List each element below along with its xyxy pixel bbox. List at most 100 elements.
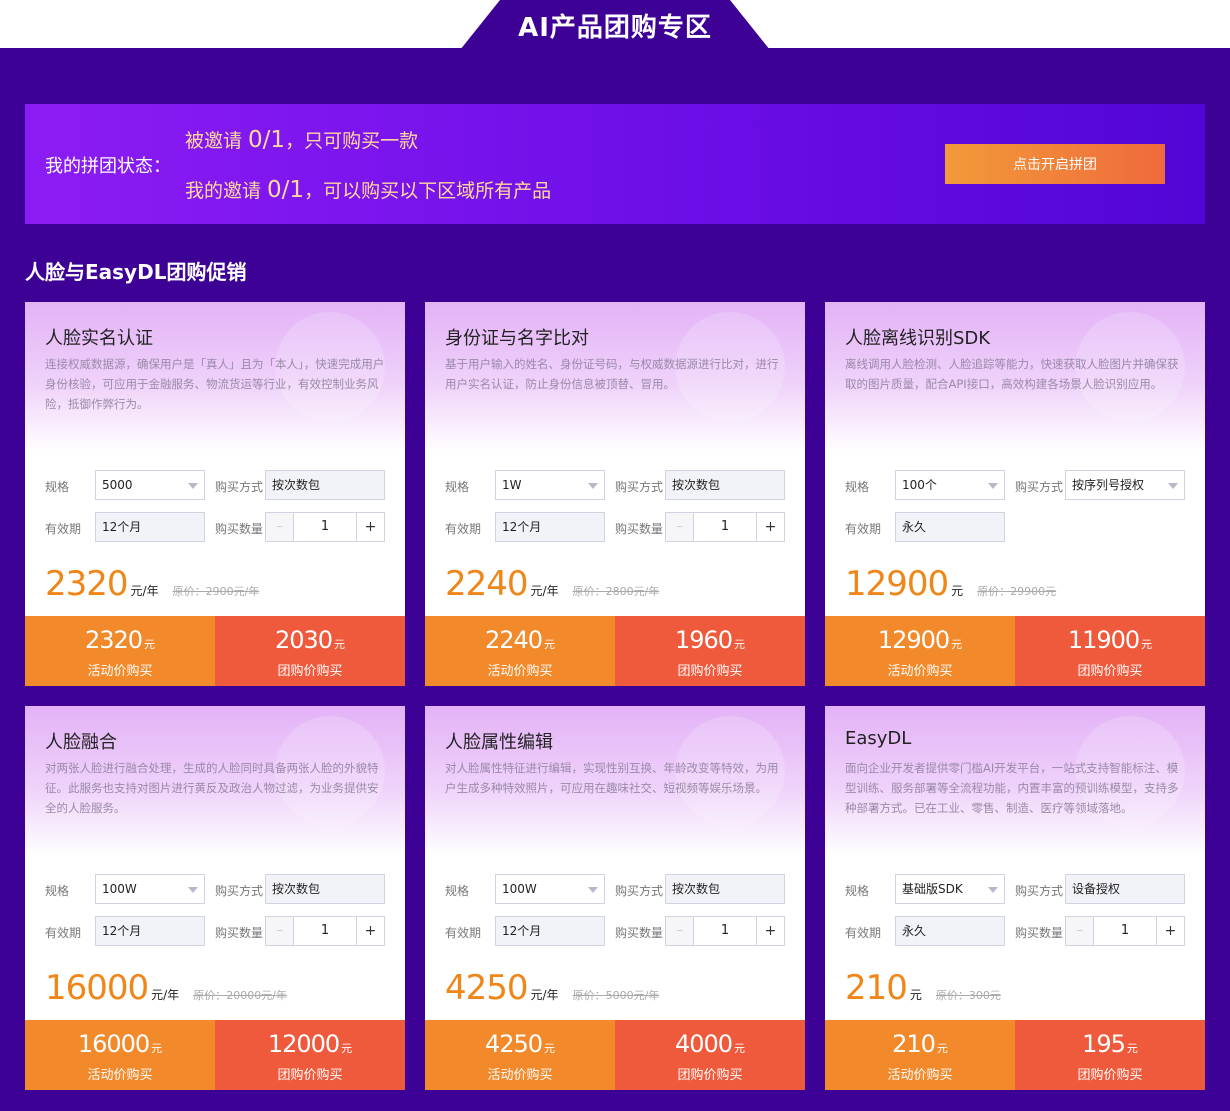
quantity-input[interactable]: 1 xyxy=(294,917,356,945)
product-description: 面向企业开发者提供零门槛AI开发平台，一站式支持智能标注、模型训练、服务部署等全… xyxy=(845,761,1179,815)
activity-buy-button[interactable]: 4250 元 活动价购买 xyxy=(425,1020,615,1090)
buy-method-value: 按次数包 xyxy=(672,478,721,492)
group-buy-button[interactable]: 4000 元 团购价购买 xyxy=(615,1020,805,1090)
group-buy-label: 团购价购买 xyxy=(1077,1068,1143,1083)
activity-buy-button[interactable]: 12900 元 活动价购买 xyxy=(825,616,1015,686)
invite-status: 我的邀请 0/1，可以购买以下区域所有产品 xyxy=(185,176,551,203)
decrement-button[interactable]: – xyxy=(266,917,294,945)
increment-button[interactable]: + xyxy=(756,513,784,541)
price-unit: 元 xyxy=(951,584,964,598)
quantity-stepper: – 1 + xyxy=(665,512,785,542)
quantity-input[interactable]: 1 xyxy=(294,513,356,541)
group-buy-button[interactable]: 11900 元 团购价购买 xyxy=(1015,616,1205,686)
group-buy-button[interactable]: 195 元 团购价购买 xyxy=(1015,1020,1205,1090)
invited-prefix: 被邀请 xyxy=(185,130,249,152)
buy-method-field[interactable]: 按次数包 xyxy=(665,470,785,500)
chevron-down-icon xyxy=(988,483,998,489)
decrement-button[interactable]: – xyxy=(266,513,294,541)
validity-value: 永久 xyxy=(902,924,927,938)
quantity-stepper: – 1 + xyxy=(665,916,785,946)
product-card: 身份证与名字比对 基于用户输入的姓名、身份证号码，与权威数据源进行比对，进行用户… xyxy=(425,302,805,686)
yuan-label: 元 xyxy=(951,638,963,651)
spec-select[interactable]: 基础版SDK xyxy=(895,874,1005,904)
group-buy-label: 团购价购买 xyxy=(1077,664,1143,679)
product-description: 对两张人脸进行融合处理，生成的人脸同时具备两张人脸的外貌特征。此服务也支持对图片… xyxy=(45,761,379,815)
validity-field: 永久 xyxy=(895,916,1005,946)
spec-select[interactable]: 100W xyxy=(495,874,605,904)
increment-button[interactable]: + xyxy=(356,513,384,541)
product-title: 身份证与名字比对 xyxy=(445,328,589,349)
product-card: EasyDL 面向企业开发者提供零门槛AI开发平台，一站式支持智能标注、模型训练… xyxy=(825,706,1205,1090)
spec-select[interactable]: 1W xyxy=(495,470,605,500)
group-buy-label: 团购价购买 xyxy=(677,1068,743,1083)
chevron-down-icon xyxy=(188,887,198,893)
current-price: 4250 xyxy=(445,968,529,1008)
spec-value: 5000 xyxy=(102,478,133,492)
price-row: 16000 元/年 原价：20000元/年 xyxy=(45,968,287,1008)
spec-value: 1W xyxy=(502,478,522,492)
yuan-label: 元 xyxy=(734,1042,746,1055)
group-buy-button[interactable]: 1960 元 团购价购买 xyxy=(615,616,805,686)
spec-label: 规格 xyxy=(445,884,470,898)
chevron-down-icon xyxy=(588,483,598,489)
price-unit: 元/年 xyxy=(530,584,559,598)
quantity-label: 购买数量 xyxy=(215,926,264,940)
spec-select[interactable]: 100个 xyxy=(895,470,1005,500)
page-title: AI产品团购专区 xyxy=(518,12,712,43)
activity-buy-button[interactable]: 2240 元 活动价购买 xyxy=(425,616,615,686)
product-card: 人脸属性编辑 对人脸属性特征进行编辑，实现性别互换、年龄改变等特效，为用户生成多… xyxy=(425,706,805,1090)
buy-method-field[interactable]: 设备授权 xyxy=(1065,874,1185,904)
spec-select[interactable]: 5000 xyxy=(95,470,205,500)
spec-label: 规格 xyxy=(45,480,70,494)
spec-select[interactable]: 100W xyxy=(95,874,205,904)
price-unit: 元/年 xyxy=(130,584,159,598)
chevron-down-icon xyxy=(188,483,198,489)
spec-value: 100W xyxy=(502,882,537,896)
status-label: 我的拼团状态： xyxy=(45,156,171,177)
product-card: 人脸离线识别SDK 离线调用人脸检测、人脸追踪等能力，快速获取人脸图片并确保获取… xyxy=(825,302,1205,686)
current-price: 2240 xyxy=(445,564,529,604)
buy-method-field[interactable]: 按序列号授权 xyxy=(1065,470,1185,500)
validity-field: 12个月 xyxy=(95,512,205,542)
quantity-input[interactable]: 1 xyxy=(694,513,756,541)
start-group-button[interactable]: 点击开启拼团 xyxy=(945,144,1165,184)
group-price: 2030 xyxy=(274,626,333,654)
increment-button[interactable]: + xyxy=(356,917,384,945)
chevron-down-icon xyxy=(1168,483,1178,489)
original-price: 原价：300元 xyxy=(935,989,1001,1002)
activity-buy-label: 活动价购买 xyxy=(887,1068,953,1083)
product-description: 离线调用人脸检测、人脸追踪等能力，快速获取人脸图片并确保获取的图片质量，配合AP… xyxy=(845,357,1179,391)
current-price: 16000 xyxy=(45,968,149,1008)
increment-button[interactable]: + xyxy=(756,917,784,945)
buy-method-field[interactable]: 按次数包 xyxy=(665,874,785,904)
group-buy-button[interactable]: 12000 元 团购价购买 xyxy=(215,1020,405,1090)
invite-prefix: 我的邀请 xyxy=(185,180,268,202)
buy-method-field[interactable]: 按次数包 xyxy=(265,874,385,904)
activity-buy-button[interactable]: 2320 元 活动价购买 xyxy=(25,616,215,686)
validity-field: 永久 xyxy=(895,512,1005,542)
quantity-label: 购买数量 xyxy=(615,522,664,536)
quantity-input[interactable]: 1 xyxy=(1094,917,1156,945)
increment-button[interactable]: + xyxy=(1156,917,1184,945)
validity-value: 12个月 xyxy=(102,520,142,534)
decrement-button[interactable]: – xyxy=(666,513,694,541)
quantity-label: 购买数量 xyxy=(615,926,664,940)
group-buy-button[interactable]: 2030 元 团购价购买 xyxy=(215,616,405,686)
spec-label: 规格 xyxy=(445,480,470,494)
quantity-input[interactable]: 1 xyxy=(694,917,756,945)
activity-buy-button[interactable]: 210 元 活动价购买 xyxy=(825,1020,1015,1090)
buy-method-field[interactable]: 按次数包 xyxy=(265,470,385,500)
product-title: 人脸实名认证 xyxy=(45,328,153,349)
price-unit: 元 xyxy=(909,988,922,1002)
activity-buy-button[interactable]: 16000 元 活动价购买 xyxy=(25,1020,215,1090)
current-price: 12900 xyxy=(845,564,949,604)
validity-value: 永久 xyxy=(902,520,927,534)
decrement-button[interactable]: – xyxy=(1066,917,1094,945)
activity-price: 4250 xyxy=(484,1030,543,1058)
group-buy-label: 团购价购买 xyxy=(277,664,343,679)
decrement-button[interactable]: – xyxy=(666,917,694,945)
product-title: 人脸离线识别SDK xyxy=(845,328,991,349)
buy-method-value: 按次数包 xyxy=(672,882,721,896)
title-tab: AI产品团购专区 xyxy=(460,0,770,50)
group-price: 12000 xyxy=(267,1030,340,1058)
